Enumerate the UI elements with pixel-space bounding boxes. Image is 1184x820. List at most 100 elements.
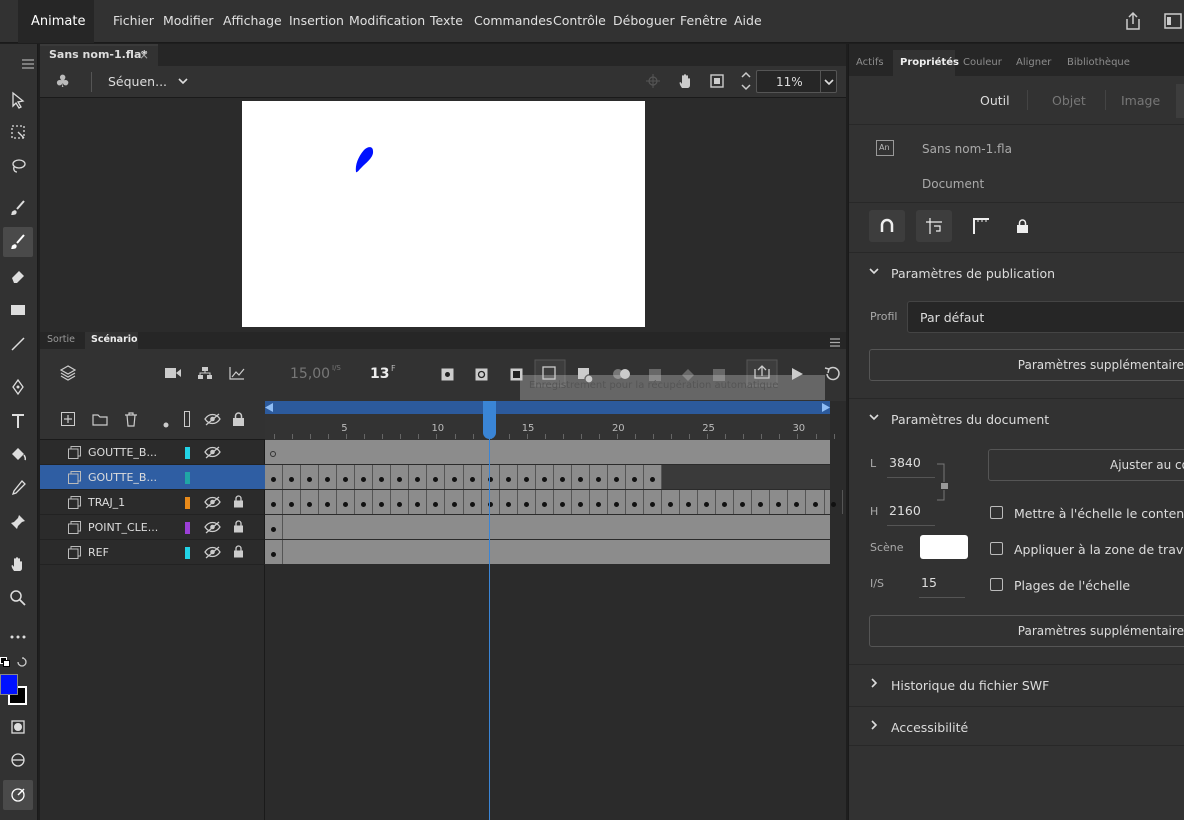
- layer-row[interactable]: POINT_CLE...: [40, 515, 265, 540]
- work-area-bar[interactable]: [265, 401, 830, 414]
- keyframe[interactable]: [409, 465, 428, 489]
- timeline-menu-icon[interactable]: [830, 336, 840, 350]
- menu-controle[interactable]: Contrôle: [553, 13, 606, 28]
- menu-commandes[interactable]: Commandes: [474, 13, 552, 28]
- menu-affichage[interactable]: Affichage: [223, 13, 282, 28]
- height-input[interactable]: 2160: [889, 503, 921, 518]
- highlight-layer-icon[interactable]: [163, 417, 169, 431]
- brush-settings-icon[interactable]: [3, 780, 33, 810]
- keyframe[interactable]: [752, 490, 771, 514]
- layer-row[interactable]: GOUTTE_B...: [40, 440, 265, 465]
- fill-color-swatch[interactable]: [0, 674, 18, 695]
- keyframe[interactable]: [301, 490, 320, 514]
- zoom-tool-icon[interactable]: [3, 583, 33, 613]
- keyframe[interactable]: [373, 490, 392, 514]
- layer-color-swatch[interactable]: [185, 447, 190, 459]
- paint-brush-icon[interactable]: [3, 193, 33, 223]
- hidden-eye-icon[interactable]: [204, 496, 221, 512]
- hidden-eye-icon[interactable]: [204, 446, 221, 462]
- frame-number[interactable]: 13: [370, 366, 389, 382]
- default-colors-icon[interactable]: [0, 656, 10, 670]
- outline-layer-icon[interactable]: [184, 411, 190, 430]
- keyframe[interactable]: [572, 465, 590, 489]
- keyframe[interactable]: [446, 465, 464, 489]
- menu-insertion[interactable]: Insertion: [289, 13, 344, 28]
- tab-bibliotheque[interactable]: Bibliothèque: [1067, 57, 1130, 68]
- eyedropper-icon[interactable]: [3, 473, 33, 503]
- insert-blank-keyframe-icon[interactable]: [475, 368, 488, 384]
- keyframe[interactable]: [265, 465, 284, 489]
- keyframe[interactable]: [590, 465, 608, 489]
- frame-track[interactable]: [265, 490, 843, 514]
- layer-color-swatch[interactable]: [185, 497, 190, 509]
- frame-grid[interactable]: 5 10 15 20 25 30: [265, 401, 846, 820]
- stage-canvas[interactable]: [242, 101, 645, 327]
- keyframe[interactable]: [265, 490, 284, 514]
- playhead[interactable]: [483, 401, 496, 439]
- fps-value[interactable]: 15,00: [290, 366, 330, 382]
- zoom-chevron-icon[interactable]: [823, 76, 835, 91]
- scene-clubs-icon[interactable]: ♣: [55, 72, 70, 92]
- keyframe[interactable]: [482, 490, 500, 514]
- layer-color-swatch[interactable]: [185, 522, 190, 534]
- hidden-eye-icon[interactable]: [204, 546, 221, 562]
- lock-icon[interactable]: [233, 520, 244, 536]
- new-folder-icon[interactable]: [92, 413, 108, 429]
- keyframe[interactable]: [391, 490, 410, 514]
- scale-ranges-checkbox[interactable]: [990, 578, 1003, 591]
- keyframe[interactable]: [825, 490, 843, 514]
- free-transform-icon[interactable]: [3, 117, 33, 147]
- apply-workarea-checkbox[interactable]: [990, 542, 1003, 555]
- chevron-down-icon[interactable]: [177, 75, 189, 90]
- keyframe[interactable]: [590, 490, 608, 514]
- keyframe[interactable]: [626, 490, 645, 514]
- keyframe[interactable]: [500, 465, 518, 489]
- snap-magnet-icon[interactable]: [869, 210, 905, 242]
- keyframe[interactable]: [788, 490, 807, 514]
- delete-layer-icon[interactable]: [124, 412, 138, 430]
- keyframe[interactable]: [391, 465, 410, 489]
- center-stage-icon[interactable]: [646, 74, 660, 91]
- frame-track[interactable]: [265, 515, 830, 539]
- lock-guides-icon[interactable]: [1004, 210, 1040, 242]
- document-tab[interactable]: Sans nom-1.fla* ×: [40, 44, 158, 66]
- layer-name[interactable]: REF: [88, 546, 109, 559]
- document-section-header[interactable]: Paramètres du document: [849, 398, 1184, 438]
- swf-history-header[interactable]: Historique du fichier SWF: [849, 664, 1184, 704]
- empty-keyframe[interactable]: [270, 451, 276, 457]
- frame-track[interactable]: [265, 440, 830, 464]
- tab-scenario[interactable]: Scénario: [85, 332, 138, 349]
- graph-icon[interactable]: [229, 366, 245, 383]
- link-dimensions-icon[interactable]: [935, 462, 949, 505]
- keyframe[interactable]: [644, 490, 663, 514]
- keyframe[interactable]: [500, 490, 518, 514]
- menu-modification[interactable]: Modification: [349, 13, 425, 28]
- keyframe[interactable]: [464, 490, 482, 514]
- keyframe[interactable]: [770, 490, 789, 514]
- object-drawing-icon[interactable]: [3, 712, 33, 742]
- menu-modifier[interactable]: Modifier: [163, 13, 214, 28]
- insert-keyframe-icon[interactable]: [441, 368, 454, 384]
- layer-name[interactable]: GOUTTE_B...: [88, 471, 157, 484]
- hidden-eye-icon[interactable]: [204, 521, 221, 537]
- publish-section-header[interactable]: Paramètres de publication: [849, 252, 1184, 292]
- lasso-icon[interactable]: [3, 151, 33, 181]
- keyframe[interactable]: [265, 515, 284, 539]
- parenting-icon[interactable]: [197, 366, 213, 383]
- keyframe[interactable]: [644, 465, 663, 489]
- keyframe[interactable]: [355, 465, 374, 489]
- pen-tool-icon[interactable]: [3, 372, 33, 402]
- keyframe[interactable]: [698, 490, 717, 514]
- camera-icon[interactable]: [164, 367, 182, 382]
- profile-dropdown[interactable]: Par défaut: [907, 301, 1184, 333]
- stage-color-swatch[interactable]: [920, 535, 968, 559]
- lock-icon[interactable]: [233, 495, 244, 511]
- line-tool-icon[interactable]: [3, 329, 33, 359]
- menu-deboguer[interactable]: Déboguer: [613, 13, 675, 28]
- tab-aligner[interactable]: Aligner: [1016, 57, 1051, 68]
- keyframe[interactable]: [409, 490, 428, 514]
- menu-fichier[interactable]: Fichier: [113, 13, 154, 28]
- subtab-image[interactable]: Image: [1121, 93, 1160, 108]
- keyframe[interactable]: [301, 465, 320, 489]
- keyframe[interactable]: [319, 465, 338, 489]
